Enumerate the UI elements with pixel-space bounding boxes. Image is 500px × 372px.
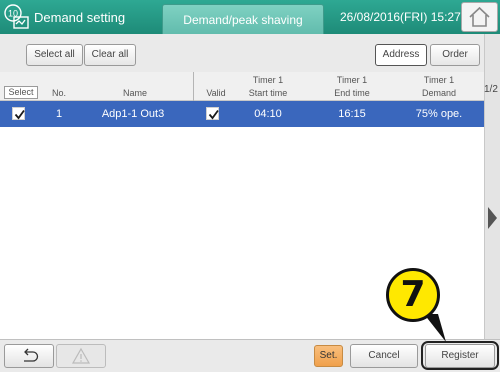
- no-column-header: No.: [51, 88, 66, 98]
- right-arrow-icon: [488, 207, 497, 229]
- timer1-end-header: End time: [334, 88, 370, 98]
- valid-column-header: Valid: [206, 88, 226, 98]
- next-page-button[interactable]: [486, 205, 498, 236]
- home-button[interactable]: [461, 2, 498, 32]
- clear-all-button[interactable]: Clear all: [84, 44, 136, 66]
- check-icon: [208, 109, 219, 120]
- timer1-start-header-top: Timer 1: [252, 75, 284, 85]
- set-button[interactable]: Set.: [314, 345, 343, 367]
- name-column-header: Name: [122, 88, 147, 98]
- table-row[interactable]: 1 Adp1-1 Out3 04:10 16:15 75% ope.: [0, 101, 484, 127]
- row-number: 1: [55, 108, 63, 120]
- row-demand: 75% ope.: [415, 108, 463, 120]
- screen-title: Demand setting: [34, 10, 126, 25]
- tab-demand-peak-shaving[interactable]: Demand/peak shaving settings: [162, 4, 324, 57]
- sort-order-button[interactable]: Order: [430, 44, 480, 66]
- cancel-button[interactable]: Cancel: [350, 344, 418, 368]
- sort-address-button[interactable]: Address: [375, 44, 427, 66]
- page-indicator: 1/2: [484, 84, 498, 95]
- return-arrow-icon: [24, 348, 39, 362]
- demand-setting-icon: 10: [4, 4, 32, 30]
- row-name: Adp1-1 Out3: [101, 108, 165, 120]
- page-side-panel: [484, 34, 500, 339]
- row-end-time: 16:15: [338, 108, 366, 120]
- timer1-start-header: Start time: [248, 88, 288, 98]
- datetime-display: 26/08/2016(FRI) 15:27: [340, 10, 461, 24]
- select-column-header[interactable]: Select: [4, 86, 38, 99]
- step-number-badge: 7: [386, 268, 440, 322]
- back-button[interactable]: [4, 344, 54, 368]
- select-all-button[interactable]: Select all: [26, 44, 83, 66]
- row-valid-checkbox[interactable]: [206, 107, 219, 120]
- toolbar: Select all Clear all Address Order: [0, 34, 484, 73]
- row-select-checkbox[interactable]: [12, 107, 25, 120]
- row-start-time: 04:10: [254, 108, 282, 120]
- table-header: Select No. Name Valid Timer 1 Start time…: [0, 72, 484, 101]
- timer1-demand-header: Demand: [421, 88, 457, 98]
- warning-button[interactable]: [56, 344, 106, 368]
- timer1-end-header-top: Timer 1: [336, 75, 368, 85]
- warning-icon: [71, 347, 91, 364]
- timer1-demand-header-top: Timer 1: [423, 75, 455, 85]
- home-icon: [469, 6, 490, 27]
- check-icon: [14, 109, 25, 120]
